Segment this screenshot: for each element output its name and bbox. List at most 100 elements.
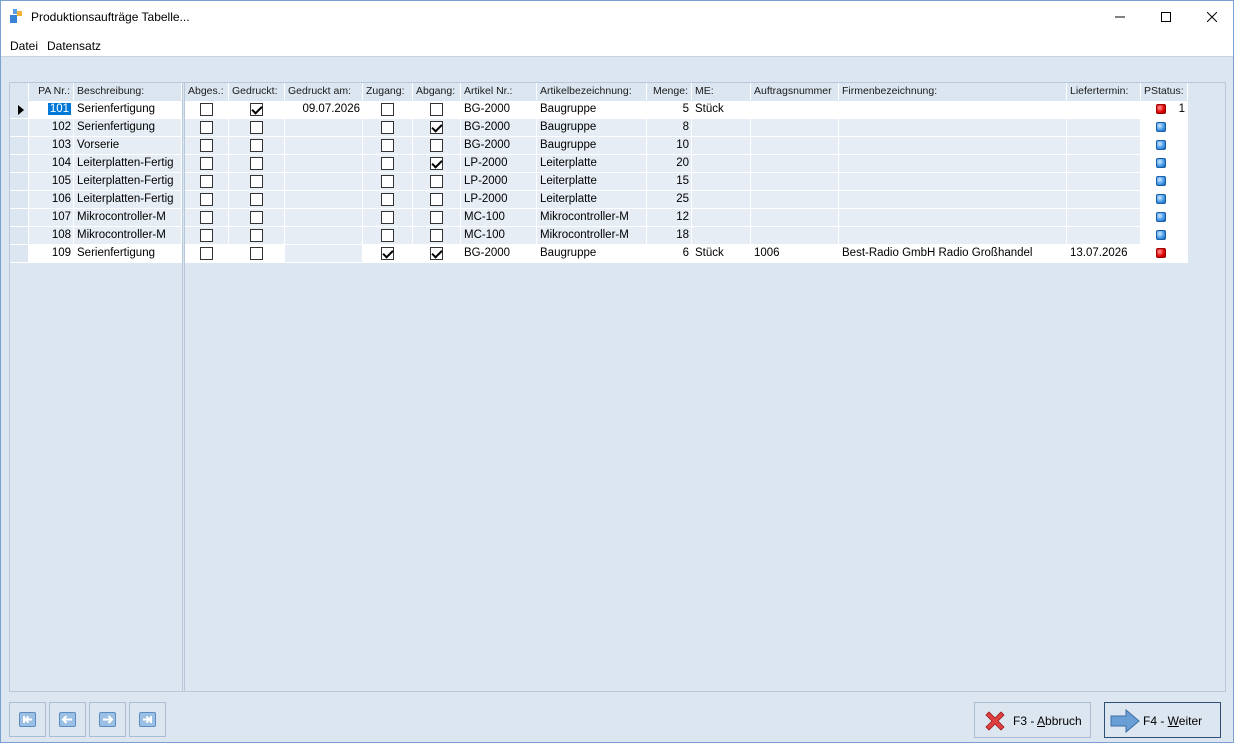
- arrow-right-icon: [1110, 708, 1140, 734]
- abges-checkbox[interactable]: [200, 247, 213, 260]
- beschreibung-value: Leiterplatten-Fertig: [77, 157, 174, 169]
- beschreibung-value: Serienfertigung: [77, 247, 155, 259]
- row-indicator-cell[interactable]: [10, 209, 29, 227]
- gedruckt-checkbox[interactable]: [250, 247, 263, 260]
- gedruckt-checkbox[interactable]: [250, 157, 263, 170]
- row-indicator-cell[interactable]: [10, 227, 29, 245]
- status-blue-icon: [1156, 140, 1166, 150]
- pa-nr-value: 101: [29, 101, 74, 118]
- gedruckt-checkbox[interactable]: [250, 211, 263, 224]
- window-title: Produktionsaufträge Tabelle...: [31, 10, 190, 24]
- beschreibung-value: Mikrocontroller-M: [77, 229, 166, 241]
- pa-nr-value: 104: [51, 157, 71, 169]
- gedruckt-checkbox[interactable]: [250, 103, 263, 116]
- abges-checkbox[interactable]: [200, 157, 213, 170]
- maximize-button[interactable]: [1143, 1, 1189, 33]
- pstatus-text: [1171, 137, 1188, 154]
- artikel-nr-value: BG-2000: [464, 103, 511, 115]
- gedruckt-checkbox[interactable]: [250, 175, 263, 188]
- row-indicator-cell[interactable]: [10, 173, 29, 191]
- abgang-checkbox[interactable]: [430, 121, 443, 134]
- row-indicator-cell[interactable]: [10, 137, 29, 155]
- abges-checkbox[interactable]: [200, 193, 213, 206]
- gedruckt-checkbox[interactable]: [250, 229, 263, 242]
- column-header-gedruckt-am[interactable]: Gedruckt am:: [285, 83, 363, 100]
- cancel-button[interactable]: F3 - Abbruch: [974, 702, 1091, 738]
- zugang-checkbox[interactable]: [381, 193, 394, 206]
- column-header-beschreibung[interactable]: Beschreibung:: [74, 83, 182, 100]
- zugang-checkbox[interactable]: [381, 157, 394, 170]
- column-header-firmenbezeichnung[interactable]: Firmenbezeichnung:: [839, 83, 1067, 100]
- abges-checkbox[interactable]: [200, 103, 213, 116]
- abgang-checkbox[interactable]: [430, 211, 443, 224]
- artikel-nr-value: BG-2000: [464, 139, 511, 151]
- abgang-checkbox[interactable]: [430, 247, 443, 260]
- cancel-button-label: F3 - Abbruch: [1013, 714, 1082, 728]
- column-header-abges[interactable]: Abges.:: [185, 83, 229, 100]
- artikel-nr-value: BG-2000: [464, 247, 511, 259]
- zugang-checkbox[interactable]: [381, 211, 394, 224]
- zugang-checkbox[interactable]: [381, 247, 394, 260]
- artikel-nr-value: LP-2000: [464, 193, 508, 205]
- pstatus-text: [1171, 245, 1188, 262]
- last-record-button[interactable]: [129, 702, 166, 737]
- column-header-gedruckt[interactable]: Gedruckt:: [229, 83, 285, 100]
- row-indicator-cell[interactable]: [10, 155, 29, 173]
- column-header-zugang[interactable]: Zugang:: [363, 83, 413, 100]
- row-indicator-header: [10, 83, 29, 100]
- column-header-pstatus[interactable]: PStatus:: [1141, 83, 1188, 100]
- menge-value: 15: [676, 175, 689, 187]
- minimize-button[interactable]: [1097, 1, 1143, 33]
- zugang-checkbox[interactable]: [381, 103, 394, 116]
- abgang-checkbox[interactable]: [430, 157, 443, 170]
- next-record-button[interactable]: [89, 702, 126, 737]
- column-header-auftragsnummer[interactable]: Auftragsnummer: [751, 83, 839, 100]
- artikel-nr-value: MC-100: [464, 229, 505, 241]
- abges-checkbox[interactable]: [200, 175, 213, 188]
- zugang-checkbox[interactable]: [381, 175, 394, 188]
- abges-checkbox[interactable]: [200, 139, 213, 152]
- beschreibung-value: Leiterplatten-Fertig: [77, 175, 174, 187]
- abges-checkbox[interactable]: [200, 121, 213, 134]
- zugang-checkbox[interactable]: [381, 229, 394, 242]
- prev-record-button[interactable]: [49, 702, 86, 737]
- gedruckt-checkbox[interactable]: [250, 193, 263, 206]
- prev-record-icon: [59, 712, 76, 727]
- column-header-pa-nr[interactable]: PA Nr.:: [29, 83, 74, 100]
- continue-button[interactable]: F4 - Weiter: [1104, 702, 1221, 738]
- gedruckt-checkbox[interactable]: [250, 139, 263, 152]
- row-indicator-cell[interactable]: [10, 119, 29, 137]
- abgang-checkbox[interactable]: [430, 193, 443, 206]
- column-header-artikelbezeichnung[interactable]: Artikelbezeichnung:: [537, 83, 647, 100]
- firmenbezeichnung-value: [839, 101, 1067, 118]
- artikelbezeichnung-value: Leiterplatte: [540, 157, 597, 169]
- abges-checkbox[interactable]: [200, 211, 213, 224]
- row-indicator-cell[interactable]: [10, 191, 29, 209]
- column-header-me[interactable]: ME:: [692, 83, 751, 100]
- close-button[interactable]: [1189, 1, 1234, 33]
- abgang-checkbox[interactable]: [430, 229, 443, 242]
- column-header-liefertermin[interactable]: Liefertermin:: [1067, 83, 1141, 100]
- column-header-abgang[interactable]: Abgang:: [413, 83, 461, 100]
- abgang-checkbox[interactable]: [430, 103, 443, 116]
- pstatus-text: [1171, 227, 1188, 244]
- zugang-checkbox[interactable]: [381, 121, 394, 134]
- menu-datei[interactable]: Datei: [10, 39, 38, 53]
- abgang-checkbox[interactable]: [430, 139, 443, 152]
- gedruckt-checkbox[interactable]: [250, 121, 263, 134]
- menu-datensatz[interactable]: Datensatz: [47, 39, 101, 53]
- abgang-checkbox[interactable]: [430, 175, 443, 188]
- first-record-button[interactable]: [9, 702, 46, 737]
- firmenbezeichnung-value: [839, 227, 1067, 244]
- column-header-menge[interactable]: Menge:: [647, 83, 692, 100]
- title-bar: Produktionsaufträge Tabelle...: [1, 1, 1233, 33]
- menge-value: 8: [682, 121, 689, 133]
- gedruckt-am-value: [285, 209, 363, 226]
- abges-checkbox[interactable]: [200, 229, 213, 242]
- firmenbezeichnung-value: [839, 173, 1067, 190]
- liefertermin-value: [1067, 155, 1141, 172]
- status-red-icon: [1156, 248, 1166, 258]
- row-indicator-cell[interactable]: [10, 245, 29, 263]
- zugang-checkbox[interactable]: [381, 139, 394, 152]
- column-header-artikel-nr[interactable]: Artikel Nr.:: [461, 83, 537, 100]
